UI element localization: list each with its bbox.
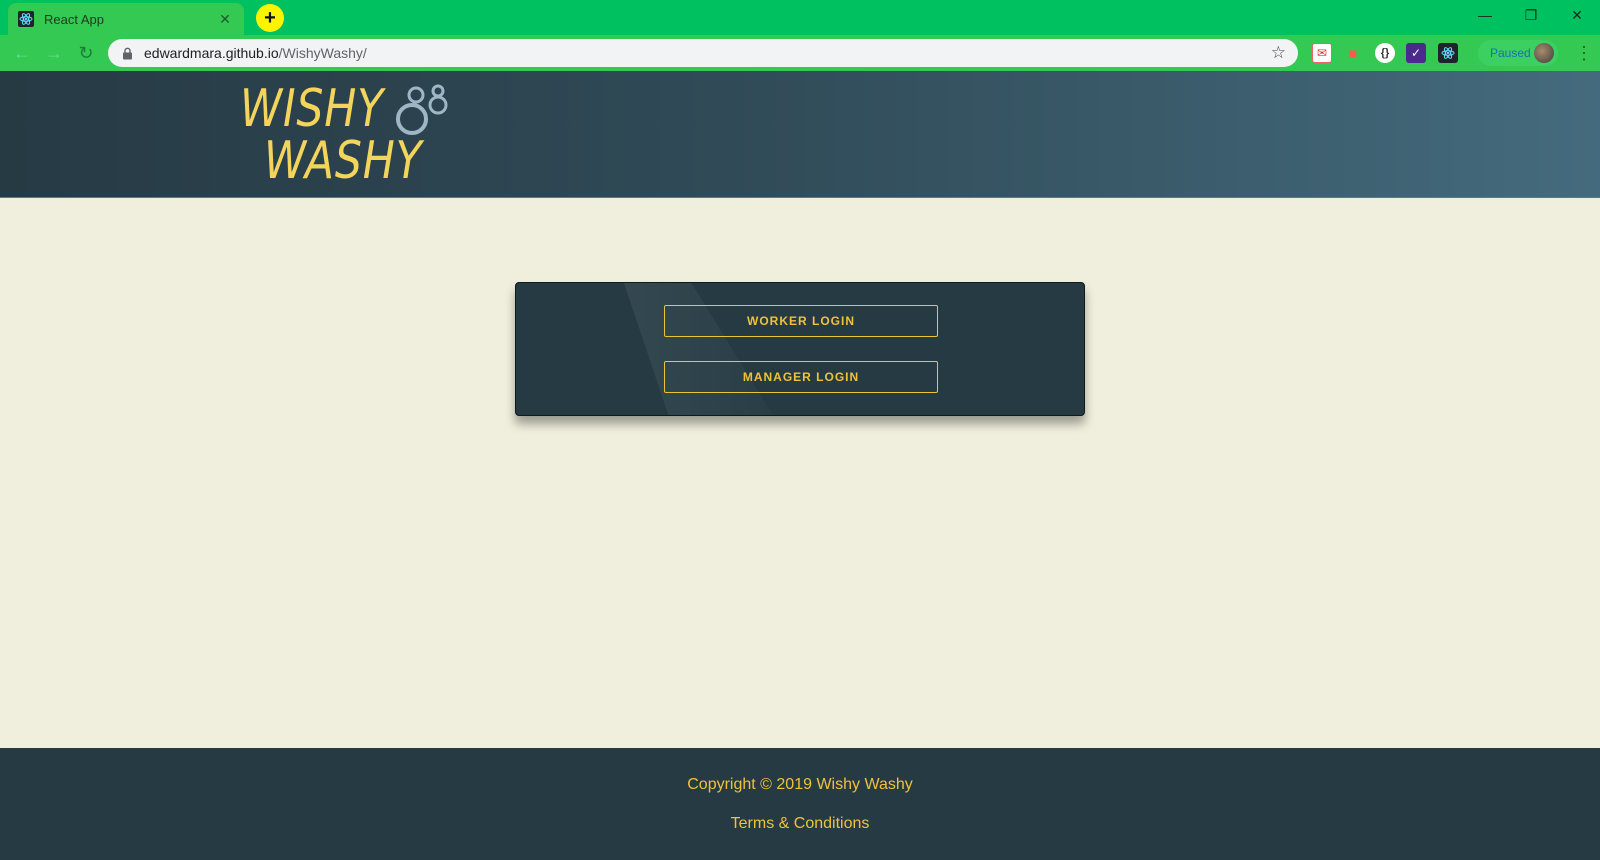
- close-icon[interactable]: ✕: [216, 11, 234, 28]
- forward-arrow-icon[interactable]: →: [42, 41, 66, 65]
- react-devtools-icon[interactable]: [1438, 43, 1458, 63]
- url-text: edwardmara.github.io/WishyWashy/: [144, 45, 1271, 61]
- url-host: edwardmara.github.io: [144, 45, 279, 61]
- site-header: WISHY WASHY: [0, 71, 1600, 198]
- manager-login-button[interactable]: MANAGER LOGIN: [664, 361, 938, 393]
- extension-mail-icon[interactable]: ✉: [1312, 43, 1332, 63]
- tab-title: React App: [44, 11, 104, 27]
- address-bar[interactable]: edwardmara.github.io/WishyWashy/ ☆: [108, 39, 1298, 67]
- window-controls: — ❐ ✕: [1462, 0, 1600, 30]
- avatar: [1534, 43, 1554, 63]
- minimize-icon[interactable]: —: [1462, 0, 1508, 30]
- terms-link-row: Terms & Conditions: [0, 815, 1600, 833]
- reload-icon[interactable]: ↻: [74, 41, 98, 65]
- browser-tab-strip: React App ✕ + — ❐ ✕: [0, 0, 1600, 35]
- panel-sheen: [624, 283, 774, 415]
- profile-button[interactable]: Paused: [1478, 40, 1558, 66]
- login-panel: WORKER LOGIN MANAGER LOGIN: [515, 282, 1085, 416]
- close-window-icon[interactable]: ✕: [1554, 0, 1600, 30]
- extension-video-icon[interactable]: ■: [1343, 43, 1363, 63]
- profile-status: Paused: [1490, 46, 1531, 60]
- extension-circle-icon[interactable]: {}: [1375, 43, 1395, 63]
- back-arrow-icon[interactable]: ←: [10, 41, 34, 65]
- new-tab-button[interactable]: +: [256, 4, 284, 32]
- react-icon: [18, 11, 34, 27]
- wishy-washy-logo[interactable]: WISHY WASHY: [240, 79, 450, 191]
- more-menu-icon[interactable]: ⋮: [1575, 43, 1593, 64]
- browser-toolbar: ← → ↻ edwardmara.github.io/WishyWashy/ ☆…: [0, 35, 1600, 71]
- worker-login-button[interactable]: WORKER LOGIN: [664, 305, 938, 337]
- url-path: /WishyWashy/: [278, 45, 367, 61]
- extension-check-icon[interactable]: ✓: [1406, 43, 1426, 63]
- site-footer: Copyright © 2019 Wishy Washy Terms & Con…: [0, 748, 1600, 860]
- bubbles-icon: [396, 84, 448, 135]
- restore-icon[interactable]: ❐: [1508, 0, 1554, 30]
- lock-icon: [120, 46, 134, 60]
- browser-tab[interactable]: React App ✕: [8, 3, 244, 35]
- terms-link[interactable]: Terms & Conditions: [731, 815, 870, 832]
- logo-line-2: WASHY: [264, 131, 423, 191]
- logo-line-1: WISHY: [240, 79, 385, 139]
- bookmark-star-icon[interactable]: ☆: [1271, 43, 1286, 63]
- copyright-text: Copyright © 2019 Wishy Washy: [687, 776, 913, 793]
